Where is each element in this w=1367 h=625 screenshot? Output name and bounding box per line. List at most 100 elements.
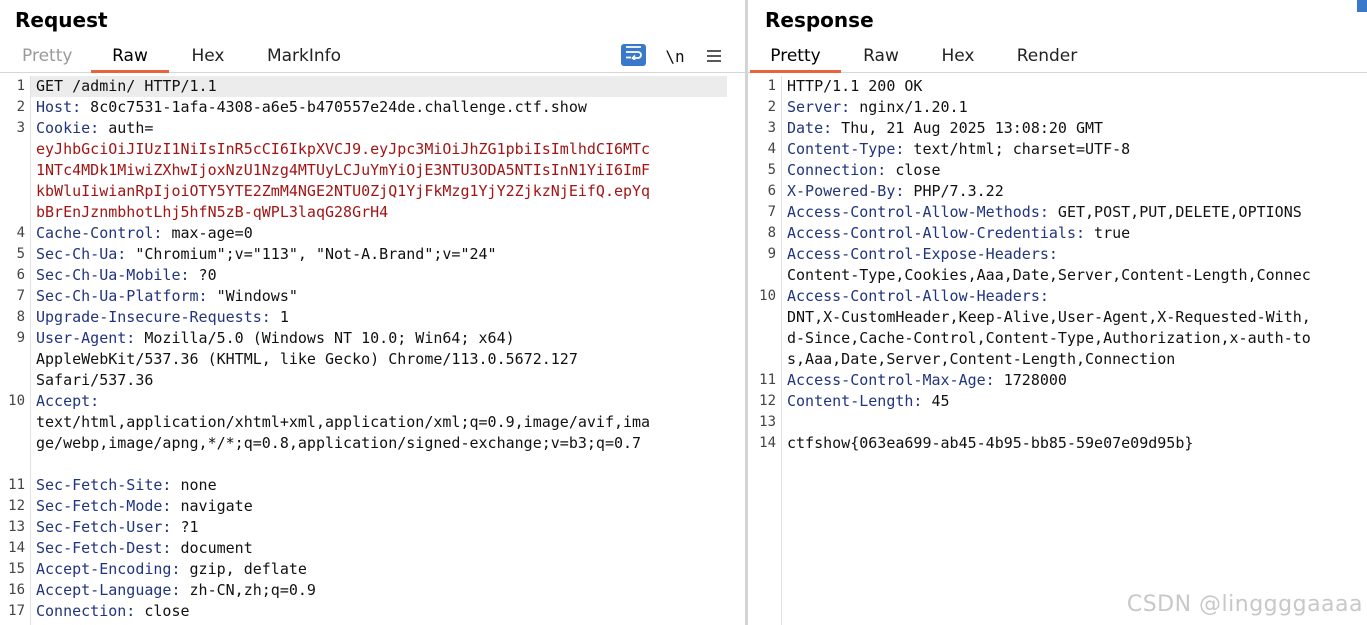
line-content: Sec-Fetch-User: ?1 [31, 517, 745, 538]
hamburger-menu-icon[interactable] [704, 44, 724, 68]
code-line: 1NTc4MDk1MiwiZXhwIjoxNzU1Nzg4MTUyLCJuYmY… [0, 160, 745, 181]
line-content: Accept: [31, 391, 745, 412]
header-name: Connection: [787, 161, 887, 179]
line-content: DNT,X-CustomHeader,Keep-Alive,User-Agent… [782, 307, 1367, 328]
header-value: zh-CN,zh;q=0.9 [180, 581, 316, 599]
line-content: Content-Length: 45 [782, 391, 1367, 412]
header-name: Connection: [36, 602, 136, 620]
header-value: ?1 [171, 518, 199, 536]
code-line: 9 User-Agent: Mozilla/5.0 (Windows NT 10.… [0, 328, 745, 349]
line-number: 6 [767, 183, 776, 199]
line-content: ctfshow{063ea699-ab45-4b95-bb85-59e07e09… [782, 433, 1367, 454]
tab-response-pretty[interactable]: Pretty [750, 46, 841, 73]
header-value: d-Since,Cache-Control,Content-Type,Autho… [787, 329, 1311, 347]
code-line: 16 Accept-Language: zh-CN,zh;q=0.9 [0, 580, 745, 601]
header-value: Content-Type,Cookies,Aaa,Date,Server,Con… [787, 266, 1311, 284]
line-content: Host: 8c0c7531-1afa-4308-a6e5-b470557e24… [31, 97, 745, 118]
header-value: Thu, 21 Aug 2025 13:08:20 GMT [832, 119, 1104, 137]
code-line: 6 X-Powered-By: PHP/7.3.22 [748, 181, 1367, 202]
line-content: ge/webp,image/apng,*/*;q=0.8,application… [31, 433, 745, 454]
line-content: Sec-Fetch-Mode: navigate [31, 496, 745, 517]
line-number: 8 [16, 309, 25, 325]
response-editor[interactable]: 1 HTTP/1.1 200 OK 2 Server: nginx/1.20.1 3 Da… [748, 76, 1367, 625]
line-number: 11 [759, 372, 776, 388]
code-line: 8 Access-Control-Allow-Credentials: true [748, 223, 1367, 244]
line-content: User-Agent: Mozilla/5.0 (Windows NT 10.0… [31, 328, 745, 349]
header-name: Content-Type: [787, 140, 905, 158]
line-number: 12 [8, 498, 25, 514]
header-value: auth= [99, 119, 154, 137]
header-name: Date: [787, 119, 833, 137]
line-content: Sec-Ch-Ua: "Chromium";v="113", "Not-A.Br… [31, 244, 745, 265]
header-value: none [171, 476, 217, 494]
wrap-lines-icon [625, 45, 642, 65]
code-line: 9 Access-Control-Expose-Headers: [748, 244, 1367, 265]
header-value: HTTP/1.1 200 OK [787, 77, 923, 95]
line-number [0, 139, 31, 160]
line-content: AppleWebKit/537.36 (KHTML, like Gecko) C… [31, 349, 745, 370]
code-line: 14 Sec-Fetch-Dest: document [0, 538, 745, 559]
tab-response-hex[interactable]: Hex [938, 46, 978, 73]
header-value: gzip, deflate [180, 560, 307, 578]
request-editor[interactable]: 1 GET /admin/ HTTP/1.1 2 Host: 8c0c7531-1af… [0, 76, 745, 625]
code-line: kbWluIiwianRpIjoiOTY5YTE2ZmM4NGE2NTU0ZjQ… [0, 181, 745, 202]
header-value: text/html,application/xhtml+xml,applicat… [36, 413, 651, 431]
line-number: 2 [767, 99, 776, 115]
header-value: document [171, 539, 253, 557]
code-line: AppleWebKit/537.36 (KHTML, like Gecko) C… [0, 349, 745, 370]
cookie-value: 1NTc4MDk1MiwiZXhwIjoxNzU1Nzg4MTUyLCJuYmY… [36, 161, 651, 179]
header-name: Access-Control-Allow-Credentials: [787, 224, 1086, 242]
tab-request-pretty[interactable]: Pretty [22, 46, 72, 73]
header-name: Sec-Fetch-User: [36, 518, 172, 536]
code-line: 13 [748, 412, 1367, 433]
code-line: 6 Sec-Ch-Ua-Mobile: ?0 [0, 265, 745, 286]
line-content: Sec-Fetch-Dest: document [31, 538, 745, 559]
header-value: text/html; charset=UTF-8 [904, 140, 1131, 158]
line-number: 8 [767, 225, 776, 241]
code-line: bBrEnJznmbhotLhj5hfN5zB-qWPL3laqG28GrH4 [0, 202, 745, 223]
header-value: close [886, 161, 941, 179]
line-number: 9 [767, 246, 776, 262]
code-line: 17 Connection: close [0, 601, 745, 622]
wrap-lines-button[interactable] [621, 44, 646, 66]
line-number: 7 [767, 204, 776, 220]
header-name: Sec-Fetch-Dest: [36, 539, 172, 557]
code-line: 1 HTTP/1.1 200 OK [748, 76, 1367, 97]
header-value: true [1085, 224, 1131, 242]
line-number: 7 [16, 288, 25, 304]
header-value: "Chromium";v="113", "Not-A.Brand";v="24" [126, 245, 497, 263]
line-content [31, 454, 745, 475]
line-content: d-Since,Cache-Control,Content-Type,Autho… [782, 328, 1367, 349]
line-number: 3 [16, 120, 25, 136]
line-content: Safari/537.36 [31, 370, 745, 391]
code-line: 10 Access-Control-Allow-Headers: [748, 286, 1367, 307]
header-value: GET,POST,PUT,DELETE,OPTIONS [1048, 203, 1302, 221]
line-content: GET /admin/ HTTP/1.1 [31, 76, 727, 97]
line-content: Content-Type,Cookies,Aaa,Date,Server,Con… [782, 265, 1367, 286]
tab-response-raw[interactable]: Raw [861, 46, 901, 73]
show-newlines-button[interactable]: \n [664, 44, 686, 68]
line-content: eyJhbGciOiJIUzI1NiIsInR5cCI6IkpXVCJ9.eyJ… [31, 139, 745, 160]
line-number [748, 307, 782, 328]
code-line: 14 ctfshow{063ea699-ab45-4b95-bb85-59e07e… [748, 433, 1367, 454]
header-value: navigate [171, 497, 253, 515]
code-line: 2 Host: 8c0c7531-1afa-4308-a6e5-b470557e2… [0, 97, 745, 118]
header-value: s,Aaa,Date,Server,Content-Length,Connect… [787, 350, 1176, 368]
header-name: Sec-Fetch-Site: [36, 476, 172, 494]
header-value: ctfshow{063ea699-ab45-4b95-bb85-59e07e09… [787, 434, 1194, 452]
tab-request-raw[interactable]: Raw [91, 46, 169, 73]
line-content: Cache-Control: max-age=0 [31, 223, 745, 244]
code-line: 4 Cache-Control: max-age=0 [0, 223, 745, 244]
code-line: Safari/537.36 [0, 370, 745, 391]
code-line: 3 Date: Thu, 21 Aug 2025 13:08:20 GMT [748, 118, 1367, 139]
line-number [0, 181, 31, 202]
code-line: 3 Cookie: auth= [0, 118, 745, 139]
header-name: Access-Control-Expose-Headers: [787, 245, 1058, 263]
tab-request-hex[interactable]: Hex [188, 46, 228, 73]
line-content: Connection: close [31, 601, 745, 622]
code-line [0, 454, 745, 475]
header-name: Server: [787, 98, 851, 116]
tab-request-markinfo[interactable]: MarkInfo [264, 46, 344, 73]
line-content: Access-Control-Max-Age: 1728000 [782, 370, 1367, 391]
tab-response-render[interactable]: Render [1016, 46, 1078, 73]
